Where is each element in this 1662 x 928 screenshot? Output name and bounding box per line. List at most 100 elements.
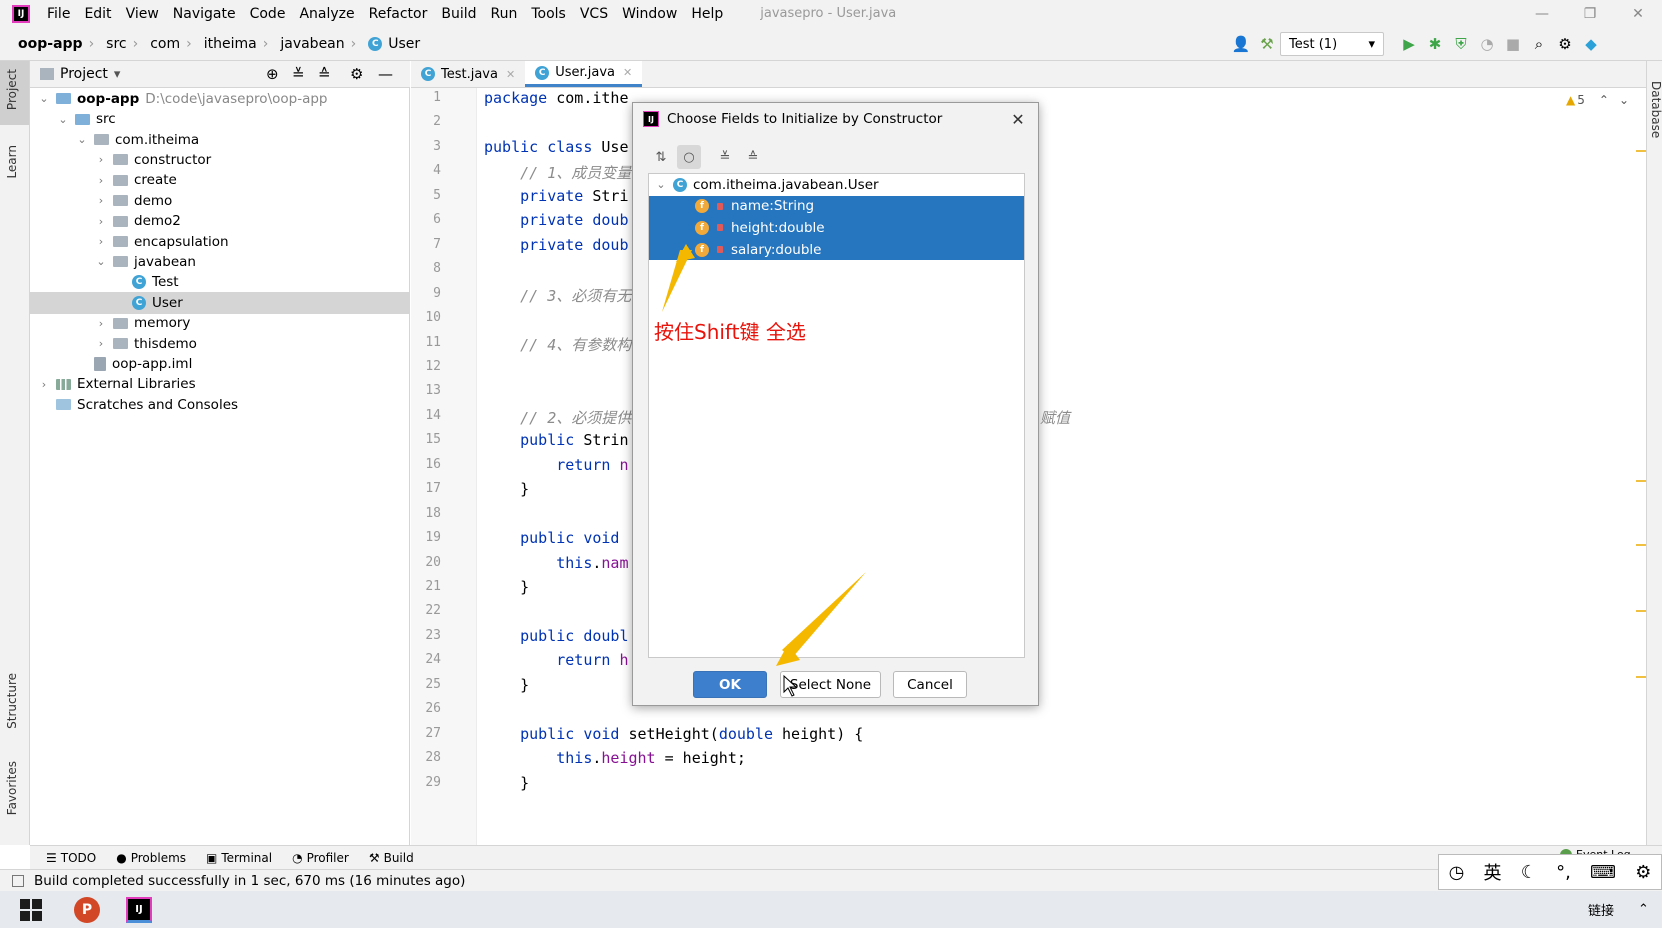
gear-icon[interactable]: ⚙ — [350, 65, 363, 83]
tree-item[interactable]: ⌄ javabean — [30, 251, 410, 273]
tree-item[interactable]: › demo — [30, 190, 410, 212]
learn-strip-tab[interactable]: Learn — [5, 145, 19, 179]
chevron-right-icon[interactable]: › — [95, 215, 107, 228]
structure-strip-tab[interactable]: Structure — [5, 673, 19, 729]
chevron-down-icon[interactable]: ⌄ — [38, 92, 50, 105]
ime-language-toggle[interactable]: 英 — [1484, 859, 1502, 885]
ime-logo-icon[interactable]: ◷ — [1449, 862, 1465, 883]
field-row[interactable]: f name:String — [649, 195, 1024, 218]
project-panel-title[interactable]: Project — [60, 66, 108, 82]
chevron-right-icon[interactable]: › — [95, 153, 107, 166]
tool-window-problems[interactable]: ● Problems — [112, 851, 190, 865]
stripe-mark[interactable] — [1636, 544, 1646, 546]
stripe-mark[interactable] — [1636, 480, 1646, 482]
punctuation-icon[interactable]: °, — [1556, 862, 1571, 883]
close-icon[interactable]: ✕ — [506, 68, 515, 81]
editor-tab[interactable]: C User.java ✕ — [525, 61, 643, 87]
select-none-button[interactable]: Select None — [780, 671, 881, 698]
tree-item[interactable]: › encapsulation — [30, 231, 410, 253]
menu-item-navigate[interactable]: Navigate — [166, 6, 243, 22]
menu-item-edit[interactable]: Edit — [77, 6, 118, 22]
locate-icon[interactable]: ⊕ — [266, 65, 279, 83]
breadcrumb-item[interactable]: itheima › — [196, 36, 273, 52]
tree-item[interactable]: ⌄ com.itheima — [30, 129, 410, 151]
chevron-down-icon[interactable]: ⌄ — [1619, 93, 1629, 107]
powerpoint-icon[interactable]: P — [74, 896, 100, 923]
tool-window-terminal[interactable]: ▣ Terminal — [202, 851, 276, 865]
field-row[interactable]: f salary:double — [649, 238, 1024, 261]
profile-icon[interactable]: ◔ — [1474, 31, 1500, 57]
collapse-all-icon[interactable]: ≙ — [318, 65, 331, 83]
tool-window-todo[interactable]: ☰ TODO — [42, 851, 100, 865]
windows-start-icon[interactable] — [20, 898, 42, 921]
fields-list[interactable]: ⌄ Ccom.itheima.javabean.User f name:String f… — [648, 173, 1025, 658]
breadcrumb-item[interactable]: oop-app › — [10, 36, 98, 52]
chevron-down-icon[interactable]: ⌄ — [655, 178, 667, 191]
close-icon[interactable]: ✕ — [623, 66, 632, 79]
menu-item-analyze[interactable]: Analyze — [292, 6, 361, 22]
tree-item[interactable]: oop-app.iml — [30, 353, 410, 375]
close-icon[interactable]: ✕ — [1614, 0, 1662, 27]
coverage-icon[interactable]: ⛨ — [1448, 31, 1474, 57]
tree-item[interactable]: C Test — [30, 272, 410, 294]
debug-icon[interactable]: ✱ — [1422, 31, 1448, 57]
chevron-right-icon[interactable]: › — [95, 194, 107, 207]
menu-item-refactor[interactable]: Refactor — [362, 6, 435, 22]
tree-item[interactable]: › thisdemo — [30, 333, 410, 355]
breadcrumb-item[interactable]: javabean › — [272, 36, 360, 52]
gear-icon[interactable]: ⚙ — [1635, 862, 1651, 883]
tree-item[interactable]: ⌄ src — [30, 108, 410, 130]
menu-item-view[interactable]: View — [119, 6, 166, 22]
run-icon[interactable]: ▶ — [1396, 31, 1422, 57]
tool-window-profiler[interactable]: ◔ Profiler — [288, 851, 353, 865]
tree-item[interactable]: › External Libraries — [30, 374, 410, 396]
tree-item[interactable]: › constructor — [30, 149, 410, 171]
chevron-right-icon[interactable]: › — [95, 235, 107, 248]
tree-item[interactable]: › memory — [30, 312, 410, 334]
error-stripe[interactable] — [1636, 88, 1646, 845]
tree-item[interactable]: C User — [30, 292, 410, 314]
breadcrumb-item[interactable]: src › — [98, 36, 142, 52]
run-config-select[interactable]: Test (1) ▾ — [1280, 32, 1384, 56]
chevron-right-icon[interactable]: › — [95, 337, 107, 350]
hide-panel-icon[interactable]: — — [378, 65, 393, 83]
expand-all-icon[interactable]: ≚ — [713, 145, 737, 169]
menu-item-help[interactable]: Help — [684, 6, 730, 22]
warnings-indicator[interactable]: ▲ 5 ⌃ ⌄ — [1566, 93, 1629, 107]
database-strip-tab[interactable]: Database — [1649, 81, 1662, 138]
close-icon[interactable]: ✕ — [1006, 107, 1030, 131]
field-row[interactable]: f height:double — [649, 217, 1024, 239]
menu-item-run[interactable]: Run — [484, 6, 525, 22]
menu-item-code[interactable]: Code — [243, 6, 293, 22]
chevron-right-icon[interactable]: › — [95, 317, 107, 330]
chevron-right-icon[interactable]: › — [38, 378, 50, 391]
chevron-down-icon[interactable]: ⌄ — [95, 255, 107, 268]
menu-item-tools[interactable]: Tools — [524, 6, 573, 22]
breadcrumb-item[interactable]: com › — [142, 36, 196, 52]
chevron-down-icon[interactable]: ▾ — [114, 67, 121, 82]
stop-icon[interactable]: ■ — [1500, 31, 1526, 57]
chevron-down-icon[interactable]: ⌄ — [57, 113, 69, 126]
stripe-mark[interactable] — [1636, 150, 1646, 152]
menu-item-vcs[interactable]: VCS — [573, 6, 615, 22]
stripe-mark[interactable] — [1636, 610, 1646, 612]
restore-icon[interactable]: ❐ — [1566, 0, 1614, 27]
intellij-taskbar-icon[interactable]: IJ — [126, 896, 152, 923]
chevron-up-icon[interactable]: ⌃ — [1599, 93, 1609, 107]
project-strip-tab[interactable]: Project — [5, 69, 19, 110]
show-classes-icon[interactable]: ○ — [677, 145, 701, 169]
tree-item[interactable]: › create — [30, 170, 410, 192]
menu-item-build[interactable]: Build — [434, 6, 483, 22]
tree-item[interactable]: Scratches and Consoles — [30, 394, 410, 416]
ok-button[interactable]: OK — [693, 671, 767, 698]
expand-all-icon[interactable]: ≚ — [292, 65, 305, 83]
collapse-all-icon[interactable]: ≙ — [741, 145, 765, 169]
stripe-mark[interactable] — [1636, 676, 1646, 678]
build-hammer-icon[interactable]: ⚒ — [1254, 31, 1280, 57]
tree-item[interactable]: › demo2 — [30, 210, 410, 232]
status-toggle-icon[interactable] — [12, 874, 24, 887]
editor-tab[interactable]: C Test.java ✕ — [411, 61, 525, 87]
tool-window-build[interactable]: ⚒ Build — [365, 851, 418, 865]
favorites-strip-tab[interactable]: Favorites — [5, 761, 19, 815]
menu-item-window[interactable]: Window — [615, 6, 684, 22]
